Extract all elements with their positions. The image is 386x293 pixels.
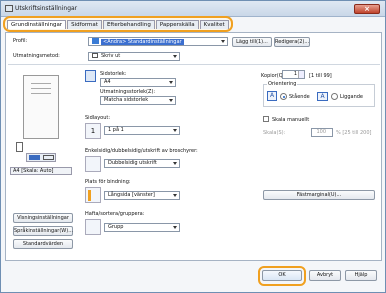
binding-label: Plats för bindning: — [85, 179, 131, 185]
tab-papperskalla[interactable]: Papperskälla — [155, 20, 199, 29]
copies-value: 1 — [293, 71, 297, 77]
landscape-icon: A — [317, 92, 328, 101]
print-settings-window: Utskriftsinställningar × Grundinställnin… — [0, 0, 386, 293]
scale-value: 100 — [316, 129, 326, 135]
output-size-value: Matcha sidstorlek — [104, 97, 149, 103]
chevron-down-icon — [173, 129, 177, 132]
tab-sidformat[interactable]: Sidformat — [67, 20, 102, 29]
output-method-select[interactable]: Skriv ut — [88, 52, 180, 61]
copies-input[interactable]: 1 — [282, 70, 305, 79]
orientation-label: Orientering — [267, 81, 298, 87]
spinner-icon[interactable] — [298, 71, 304, 78]
scale-label: Skala(S): — [263, 130, 286, 136]
ok-button[interactable]: OK — [262, 270, 302, 281]
printer-view-icon — [43, 155, 54, 160]
landscape-radio[interactable] — [331, 93, 338, 100]
defaults-button[interactable]: Standardvärden — [13, 239, 73, 249]
binding-margin-button[interactable]: Fästmarginal(U)... — [263, 190, 375, 200]
window-title: Utskriftsinställningar — [15, 5, 78, 12]
layout-icon: 1 — [85, 123, 101, 139]
tab-kvalitet[interactable]: Kvalitet — [199, 20, 229, 29]
add-profile-button[interactable]: Lägg till(1)... — [232, 37, 272, 47]
binding-value: Långsida [vänster] — [108, 192, 155, 198]
layout-label: Sidlayout: — [85, 115, 111, 121]
preview-area — [13, 70, 70, 165]
preview-toggle[interactable] — [26, 153, 56, 162]
page-size-label: Sidstorlek: — [100, 71, 127, 77]
page-size-value: A4 — [104, 79, 111, 85]
title-bar: Utskriftsinställningar × — [1, 1, 385, 17]
settings-panel: Profil: <Ändra> Standardinställningar Lä… — [5, 32, 382, 261]
portrait-radio[interactable] — [280, 93, 287, 100]
layout-select[interactable]: 1 på 1 — [104, 126, 180, 135]
close-button[interactable]: × — [354, 4, 380, 14]
view-settings-button[interactable]: Visningsinställningar — [13, 213, 73, 223]
collate-icon — [85, 219, 101, 235]
edit-profile-button[interactable]: Redigera(2)... — [274, 37, 310, 47]
profile-select[interactable]: <Ändra> Standardinställningar — [88, 37, 228, 46]
chevron-down-icon — [169, 99, 173, 102]
duplex-value: Dubbelsidig utskrift — [108, 160, 157, 166]
chevron-down-icon — [173, 162, 177, 165]
preview-caption: A4 [Skala: Auto] — [10, 167, 72, 175]
output-size-label: Utmatningsstorlek(Z): — [100, 89, 156, 95]
chevron-down-icon — [221, 40, 225, 43]
duplex-icon — [85, 156, 101, 172]
binding-icon — [85, 187, 101, 203]
manual-scale-checkbox[interactable] — [263, 116, 269, 122]
page-size-select[interactable]: A4 — [100, 78, 176, 87]
collate-label: Hafta/sortera/gruppera: — [85, 211, 145, 217]
collate-value: Grupp — [108, 224, 124, 230]
binding-select[interactable]: Långsida [vänster] — [104, 191, 180, 200]
chevron-down-icon — [173, 194, 177, 197]
output-size-select[interactable]: Matcha sidstorlek — [100, 96, 176, 105]
divider — [8, 64, 380, 65]
manual-scale-label: Skala manuellt — [272, 117, 310, 123]
copies-range: [1 till 99] — [309, 73, 332, 79]
tab-efterbehandling[interactable]: Efterbehandling — [102, 20, 155, 29]
page-preview — [23, 75, 59, 139]
cancel-button[interactable]: Avbryt — [309, 270, 341, 281]
output-method-value: Skriv ut — [101, 53, 121, 59]
portrait-label: Stående — [289, 94, 310, 100]
page-size-icon — [85, 70, 96, 82]
tab-grundinstallningar[interactable]: Grundinställningar — [7, 20, 67, 29]
duplex-select[interactable]: Dubbelsidig utskrift — [104, 159, 180, 168]
profile-icon — [92, 38, 99, 44]
chevron-down-icon — [173, 226, 177, 229]
layout-value: 1 på 1 — [108, 127, 124, 133]
landscape-label: Liggande — [340, 94, 364, 100]
language-settings-button[interactable]: Språkinställningar(W)... — [13, 226, 73, 236]
duplex-label: Enkelsidig/dubbelsidig/utskrift av brosc… — [85, 148, 198, 154]
scale-range: % [25 till 200] — [336, 130, 372, 136]
collate-select[interactable]: Grupp — [104, 223, 180, 232]
portrait-icon: A — [267, 91, 277, 101]
chevron-down-icon — [173, 55, 177, 58]
chevron-down-icon — [169, 81, 173, 84]
tab-bar: Grundinställningar Sidformat Efterbehand… — [3, 16, 233, 32]
printer-icon — [92, 53, 98, 58]
output-method-label: Utmatningsmetod: — [13, 53, 60, 59]
printer-icon — [5, 5, 13, 12]
scale-input[interactable]: 100 — [311, 128, 333, 137]
document-icon — [29, 155, 40, 160]
profile-label: Profil: — [13, 38, 28, 44]
help-button[interactable]: Hjälp — [345, 270, 377, 281]
profile-value: <Ändra> Standardinställningar — [101, 38, 184, 45]
stack-icon — [16, 142, 23, 152]
